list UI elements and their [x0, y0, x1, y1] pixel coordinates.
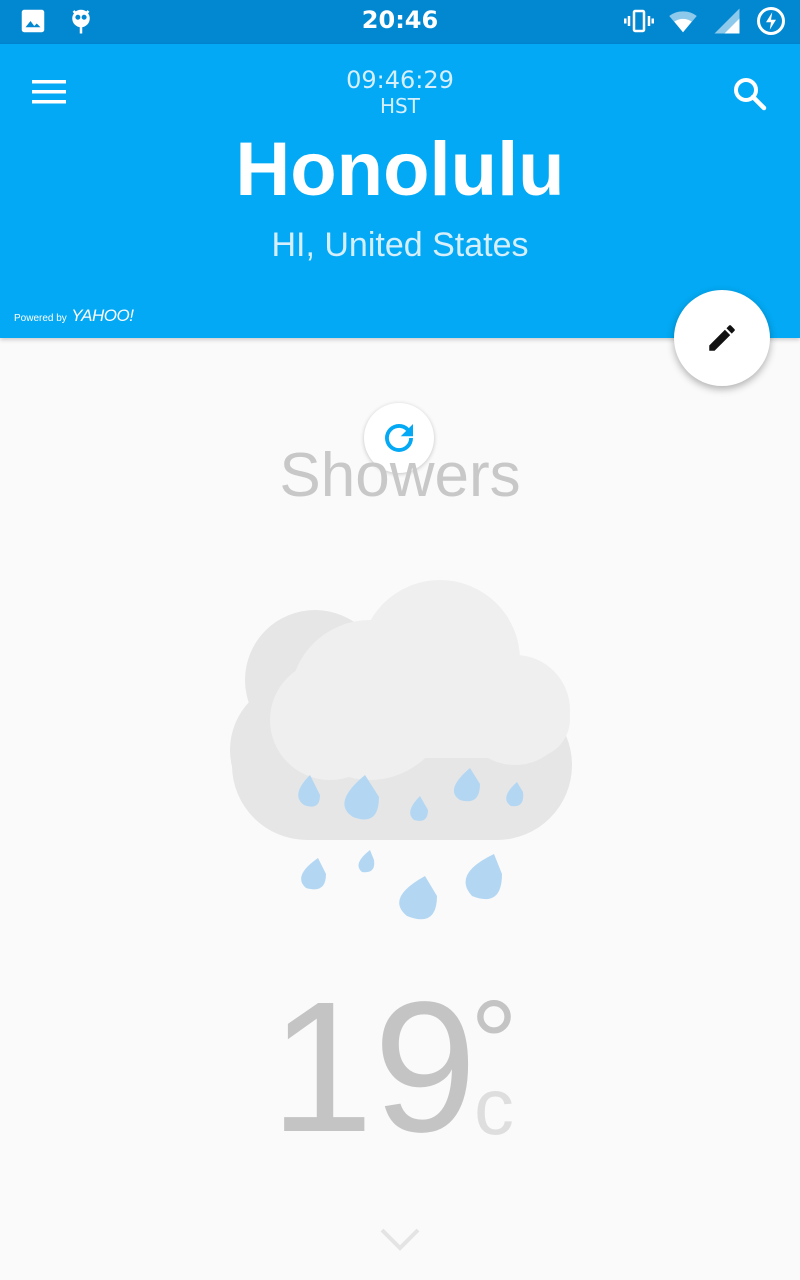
search-icon[interactable]	[730, 74, 770, 114]
rain-cloud-icon	[230, 580, 572, 920]
wifi-icon	[669, 11, 697, 33]
app-header: 09:46:29 HST Honolulu HI, United States …	[0, 44, 800, 338]
status-bar-right-icons	[624, 6, 786, 36]
weather-condition: Showers	[279, 441, 521, 510]
timezone-label: HST	[380, 94, 420, 118]
vibrate-icon	[624, 9, 654, 33]
local-time: 09:46:29	[346, 66, 454, 94]
region-name: HI, United States	[271, 226, 529, 264]
cell-signal-icon	[714, 8, 740, 34]
pencil-icon	[709, 325, 735, 351]
powered-by-yahoo[interactable]: Powered by YAHOO!	[14, 306, 134, 326]
city-name: Honolulu	[235, 127, 565, 212]
chevron-down-icon[interactable]	[376, 1222, 424, 1258]
battery-charging-icon	[757, 7, 785, 35]
edit-location-button[interactable]	[674, 290, 770, 386]
temperature-display: 19 ° c	[0, 975, 800, 1175]
powered-by-label: Powered by	[14, 313, 67, 324]
temperature-value: 19	[270, 964, 477, 1171]
status-bar: 20:46	[0, 0, 800, 44]
yahoo-logo: YAHOO!	[71, 306, 134, 325]
temperature-unit: c	[474, 1062, 514, 1151]
